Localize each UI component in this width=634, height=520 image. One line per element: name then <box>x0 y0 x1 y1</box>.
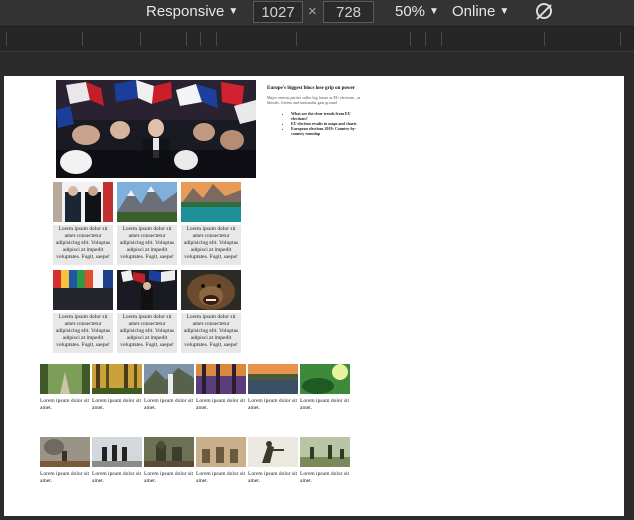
strip-card[interactable]: Lorem ipsum dolor sit amet. <box>300 364 350 412</box>
card-text: Lorem ipsum dolor sit amet. <box>248 398 298 411</box>
related-link[interactable]: What are the clear trends from EU electi… <box>291 111 367 121</box>
card-text: Lorem ipsum dolor sit amet consectetur a… <box>181 313 241 353</box>
media-query-tick <box>410 32 411 46</box>
rotate-icon[interactable] <box>536 3 552 19</box>
card-image <box>92 437 142 467</box>
card-text: Lorem ipsum dolor sit amet. <box>40 398 90 411</box>
article-sidebar: Europe's biggest blocs lose grip on powe… <box>267 86 367 136</box>
chevron-down-icon: ▼ <box>429 6 439 17</box>
card-image <box>144 364 194 394</box>
strip-card[interactable]: Lorem ipsum dolor sit amet. <box>248 437 298 485</box>
card-text: Lorem ipsum dolor sit amet consectetur a… <box>117 313 177 353</box>
hero-image <box>56 80 256 178</box>
card-image <box>117 270 177 310</box>
strip-card[interactable]: Lorem ipsum dolor sit amet. <box>92 364 142 412</box>
media-query-tick <box>82 32 83 46</box>
media-query-tick <box>140 32 141 46</box>
card-image <box>117 182 177 222</box>
media-query-tick <box>544 32 545 46</box>
grid-card[interactable]: Lorem ipsum dolor sit amet consectetur a… <box>53 270 113 353</box>
card-image <box>248 364 298 394</box>
chevron-down-icon: ▼ <box>228 6 239 17</box>
card-text: Lorem ipsum dolor sit amet. <box>144 471 194 484</box>
card-text: Lorem ipsum dolor sit amet consectetur a… <box>117 225 177 265</box>
chevron-down-icon: ▼ <box>499 6 510 17</box>
card-text: Lorem ipsum dolor sit amet consectetur a… <box>181 225 241 265</box>
strip-card[interactable]: Lorem ipsum dolor sit amet. <box>40 437 90 485</box>
grid-card[interactable]: Lorem ipsum dolor sit amet consectetur a… <box>117 270 177 353</box>
strip-card[interactable]: Lorem ipsum dolor sit amet. <box>144 437 194 485</box>
media-query-tick <box>425 32 426 46</box>
device-viewport: Europe's biggest blocs lose grip on powe… <box>4 76 624 516</box>
media-query-tick <box>441 32 442 46</box>
card-text: Lorem ipsum dolor sit amet. <box>92 471 142 484</box>
strip-card[interactable]: Lorem ipsum dolor sit amet. <box>92 437 142 485</box>
devtools-toolbar: Responsive ▼ 1027 × 728 50% ▼ Online ▼ <box>0 0 634 26</box>
card-text: Lorem ipsum dolor sit amet. <box>300 398 350 411</box>
grid-card[interactable]: Lorem ipsum dolor sit amet consectetur a… <box>53 182 113 265</box>
card-text: Lorem ipsum dolor sit amet. <box>196 471 246 484</box>
grid-card[interactable]: Lorem ipsum dolor sit amet consectetur a… <box>181 270 241 353</box>
grid-card[interactable]: Lorem ipsum dolor sit amet consectetur a… <box>117 182 177 265</box>
card-image <box>248 437 298 467</box>
card-image <box>300 364 350 394</box>
card-image <box>144 437 194 467</box>
media-query-bar[interactable] <box>0 26 634 52</box>
card-image <box>40 437 90 467</box>
card-text: Lorem ipsum dolor sit amet. <box>300 471 350 484</box>
strip-card[interactable]: Lorem ipsum dolor sit amet. <box>40 364 90 412</box>
grid-card[interactable]: Lorem ipsum dolor sit amet consectetur a… <box>181 182 241 265</box>
card-text: Lorem ipsum dolor sit amet. <box>248 471 298 484</box>
device-select-label: Responsive <box>146 3 225 20</box>
media-query-tick <box>620 32 621 46</box>
media-query-tick <box>216 32 217 46</box>
media-query-tick <box>200 32 201 46</box>
media-query-tick <box>6 32 7 46</box>
zoom-select-label: 50% <box>395 3 426 20</box>
card-image <box>300 437 350 467</box>
article-title[interactable]: Europe's biggest blocs lose grip on powe… <box>267 86 367 91</box>
strip-card[interactable]: Lorem ipsum dolor sit amet. <box>196 437 246 485</box>
dimension-separator: × <box>308 3 317 20</box>
card-text: Lorem ipsum dolor sit amet. <box>40 471 90 484</box>
card-image <box>181 270 241 310</box>
media-query-tick <box>186 32 187 46</box>
related-links: What are the clear trends from EU electi… <box>267 111 367 136</box>
article-summary: Major centrist parties suffer big losses… <box>267 95 361 105</box>
strip-card[interactable]: Lorem ipsum dolor sit amet. <box>196 364 246 412</box>
throttle-select[interactable]: Online ▼ <box>452 0 509 26</box>
card-image <box>196 437 246 467</box>
throttle-select-label: Online <box>452 3 496 20</box>
card-image <box>196 364 246 394</box>
card-text: Lorem ipsum dolor sit amet consectetur a… <box>53 313 113 353</box>
strip-card[interactable]: Lorem ipsum dolor sit amet. <box>248 364 298 412</box>
strip-card[interactable]: Lorem ipsum dolor sit amet. <box>144 364 194 412</box>
card-image <box>181 182 241 222</box>
height-input[interactable]: 728 <box>323 1 374 23</box>
width-input[interactable]: 1027 <box>253 1 303 23</box>
media-query-tick <box>296 32 297 46</box>
card-text: Lorem ipsum dolor sit amet consectetur a… <box>53 225 113 265</box>
card-image <box>53 182 113 222</box>
card-text: Lorem ipsum dolor sit amet. <box>144 398 194 411</box>
card-image <box>53 270 113 310</box>
card-text: Lorem ipsum dolor sit amet. <box>92 398 142 411</box>
related-link[interactable]: European elections 2019: Country-by-coun… <box>291 126 367 136</box>
card-image <box>40 364 90 394</box>
card-text: Lorem ipsum dolor sit amet. <box>196 398 246 411</box>
strip-card[interactable]: Lorem ipsum dolor sit amet. <box>300 437 350 485</box>
card-image <box>92 364 142 394</box>
zoom-select[interactable]: 50% ▼ <box>395 0 439 26</box>
device-select[interactable]: Responsive ▼ <box>146 0 238 26</box>
